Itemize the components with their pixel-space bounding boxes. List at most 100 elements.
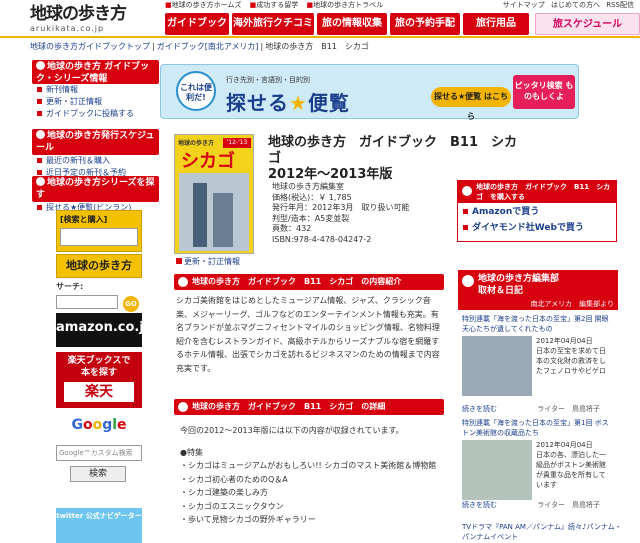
detail-heading: 地球の歩き方 ガイドブック B11 シカゴ の詳細 — [174, 399, 444, 415]
search-purchase-box: [検索と購入] — [56, 210, 142, 252]
blog-entry-title[interactable]: 特別連載「海を渡った日本の至宝」第1回 ボストン美術館の収蔵品たち — [462, 418, 610, 438]
nav-guidebook[interactable]: ガイドブック — [165, 13, 229, 35]
sidebar-logo[interactable]: 地球の歩き方 — [56, 254, 142, 278]
site-logo[interactable]: 地球の歩き方 arukikata.co.jp — [30, 5, 160, 35]
saach-form: サーチ: GO — [56, 281, 142, 312]
star-icon: ★ — [289, 91, 308, 115]
book-editor: 地球の歩き方編集室 — [272, 182, 344, 191]
sidebar-link-corrections[interactable]: 更新・訂正情報 — [32, 96, 159, 108]
search-purchase-label: [検索と購入] — [60, 215, 108, 224]
sidebar-link-new[interactable]: 新刊情報 — [32, 84, 159, 96]
detail-item: ・歩いて見物シカゴの野外ギャラリー — [180, 515, 316, 524]
detail-intro: 今回の2012〜2013年版には以下の内容が収録されています。 — [180, 426, 404, 435]
blog-entry-footer: 続きを読む ライター 鳥島将子 — [462, 405, 600, 413]
saach-input[interactable] — [56, 295, 118, 309]
read-more-link[interactable]: 続きを読む — [462, 405, 497, 413]
blog-entry: 特別連載「海を渡った日本の至宝」第2回 開眼天心たちが遺してくれたもの 2012… — [462, 314, 610, 414]
cover-title: シカゴ — [181, 151, 235, 172]
rakuten-line1: 楽天ブックスで — [67, 356, 131, 366]
banner-small-text: 行き先別・言語別・目的別 — [226, 76, 310, 84]
blog-entry-title[interactable]: 特別連載「海を渡った日本の至宝」第2回 開眼天心たちが遺してくれたもの — [462, 314, 610, 334]
twitter-banner[interactable]: twitter 公式ナビゲーター — [56, 508, 142, 543]
util-link-beginners[interactable]: はじめての方へ — [551, 1, 600, 9]
ticker-item[interactable]: ■成功する留学 — [250, 1, 299, 9]
cover-series: 地球の歩き方 — [178, 140, 215, 147]
tv-drama-link[interactable]: TVドラマ『PAN AM／パンナム』続々♪パンナム・パンナムイベント — [462, 522, 622, 542]
nav-goods[interactable]: 旅行用品 — [463, 13, 529, 35]
cover-building — [193, 183, 207, 247]
blog-entry: 特別連載「海を渡った日本の至宝」第1回 ボストン美術館の収蔵品たち 2012年0… — [462, 418, 610, 518]
detail-item: ●特集 — [180, 447, 203, 457]
blog-entry-excerpt: 2012年04月04日 日本の各、漂泊した一級品がボストン美術館が貴重な品を所有し… — [536, 441, 606, 489]
book-isbn: ISBN:978-4-478-04247-2 — [272, 234, 372, 244]
sidebar-heading: 地球の歩き方発行スケジュール — [32, 129, 159, 155]
main-nav: ガイドブック 海外旅行クチコミ 旅の情報収集 旅の予約手配 旅行用品 旅スケジュ… — [165, 13, 640, 35]
breadcrumb-category[interactable]: ガイドブック[南北アメリカ] — [157, 42, 259, 51]
banner-pink-box[interactable]: ピッタリ検索 ものもしくよ — [513, 75, 575, 109]
banner-badge: これは便利だ! — [176, 71, 216, 111]
search-purchase-input[interactable] — [60, 228, 138, 246]
detail-item: ・シカゴはミュージアムがおもしろい!! シカゴのマスト美術館＆博物館 — [180, 461, 437, 470]
go-button[interactable]: GO — [123, 296, 139, 312]
sidebar-link-submit[interactable]: ガイドブックに投稿する — [32, 108, 159, 120]
breadcrumb-home[interactable]: 地球の歩き方ガイドブックトップ — [30, 42, 150, 51]
read-more-link[interactable]: 続きを読む — [462, 501, 497, 509]
book-pages: 頁数：432 — [272, 224, 312, 233]
binran-banner[interactable]: これは便利だ! 行き先別・言語別・目的別 探せる★便覧 探せる★便覧 はこちら … — [160, 64, 579, 121]
blog-entry-image[interactable] — [462, 336, 532, 396]
sidebar-series-info: 地球の歩き方 ガイドブック・シリーズ情報 新刊情報 更新・訂正情報 ガイドブック… — [32, 60, 159, 120]
detail-item: ・シカゴのエスニックタウン — [180, 501, 284, 511]
ticker-item[interactable]: ■地球の歩き方ホームズ — [165, 1, 241, 9]
buy-diamond-link[interactable]: ダイヤモンド社Webで買う — [458, 221, 616, 235]
bullet-icon — [176, 258, 182, 264]
breadcrumb-current: 地球の歩き方 B11 シカゴ — [265, 42, 369, 51]
intro-heading: 地球の歩き方 ガイドブック B11 シカゴ の内容紹介 — [174, 274, 444, 290]
book-format: 判型/造本：A5変並製 — [272, 213, 350, 223]
globe-icon — [36, 130, 45, 139]
blog-entry-footer: 続きを読む ライター 鳥島将子 — [462, 501, 600, 509]
book-cover[interactable]: 地球の歩き方 '12-'13 シカゴ — [174, 134, 254, 254]
cover-building — [213, 193, 233, 247]
sidebar-link-recent[interactable]: 最近の新刊＆購入 — [32, 155, 159, 167]
sidebar-heading: 地球の歩き方シリーズを探す — [32, 176, 159, 202]
logo-text: 地球の歩き方 — [30, 4, 127, 24]
rakuten-logo: 楽天 — [64, 382, 134, 402]
sidebar-schedule: 地球の歩き方発行スケジュール 最近の新刊＆購入 近日予定の新刊＆予約 — [32, 129, 159, 179]
util-link-rss[interactable]: RSS配信 — [606, 1, 634, 9]
logo-domain: arukikata.co.jp — [30, 24, 105, 33]
google-search-button[interactable]: 検索 — [70, 466, 126, 482]
book-price: 価格(税込)：￥ 1,785 — [272, 192, 352, 202]
blog-header[interactable]: 地球の歩き方編集部 取材＆日記 南北アメリカ 編集部より — [458, 270, 618, 310]
header-ticker: ■地球の歩き方ホームズ ■成功する留学 ■地球の歩き方トラベル — [165, 0, 420, 10]
buy-amazon-link[interactable]: Amazonで買う — [458, 205, 616, 219]
saach-label: サーチ: — [56, 282, 84, 291]
sidebar-find-series: 地球の歩き方シリーズを探す 探せる★便覧(ビンラン) — [32, 176, 159, 214]
banner-button[interactable]: 探せる★便覧 はこちら — [431, 87, 511, 121]
blog-entry-image[interactable] — [462, 440, 532, 500]
buy-box-heading: 地球の歩き方 ガイドブック B11 シカゴ を購入する — [458, 181, 616, 203]
google-search-input[interactable]: Google™カスタム検索 — [56, 445, 142, 461]
detail-item: ・シカゴ建築の楽しみ方 — [180, 488, 268, 497]
cover-update-link[interactable]: 更新・訂正情報 — [176, 256, 256, 267]
intro-text: シカゴ美術館をはじめとしたミュージアム情報、ジャズ、クラシック音楽、メジャーリー… — [176, 296, 440, 373]
book-title: 地球の歩き方 ガイドブック B11 シカゴ 2012年〜2013年版 — [268, 135, 517, 182]
detail-item: ・シカゴ初心者のためのQ＆A — [180, 474, 288, 484]
buy-box: 地球の歩き方 ガイドブック B11 シカゴ を購入する Amazonで買う ダイ… — [457, 180, 617, 242]
sidebar-heading: 地球の歩き方 ガイドブック・シリーズ情報 — [32, 60, 159, 84]
google-logo: Google — [71, 417, 127, 433]
nav-schedule[interactable]: 旅スケジュール — [535, 13, 640, 35]
rakuten-banner[interactable]: 楽天ブックスで 本を探す 楽天 — [56, 352, 142, 408]
nav-info[interactable]: 旅の情報収集 — [317, 13, 387, 35]
amazon-banner[interactable]: amazon.co.jp — [56, 313, 153, 347]
globe-icon — [36, 61, 45, 70]
nav-kuchikomi[interactable]: 海外旅行クチコミ — [232, 13, 314, 35]
book-date: 発行年月：2012年3月 取り扱い可能 — [272, 203, 410, 212]
ticker-item[interactable]: ■地球の歩き方トラベル — [307, 1, 384, 9]
nav-booking[interactable]: 旅の予約手配 — [390, 13, 460, 35]
util-link-sitemap[interactable]: サイトマップ — [503, 1, 545, 9]
blog-entry-excerpt: 2012年04月04日 日本の至宝を求めて日本の文化財の救済をしたフェノロサやビゲ… — [536, 337, 606, 375]
site-header: 地球の歩き方 arukikata.co.jp ■地球の歩き方ホームズ ■成功する… — [0, 0, 640, 38]
blog-subtitle: 南北アメリカ 編集部より — [530, 300, 614, 308]
utility-links: サイトマップ はじめての方へ RSS配信 — [428, 0, 640, 10]
breadcrumb: 地球の歩き方ガイドブックトップ | ガイドブック[南北アメリカ] | 地球の歩き方 B1… — [30, 42, 369, 51]
